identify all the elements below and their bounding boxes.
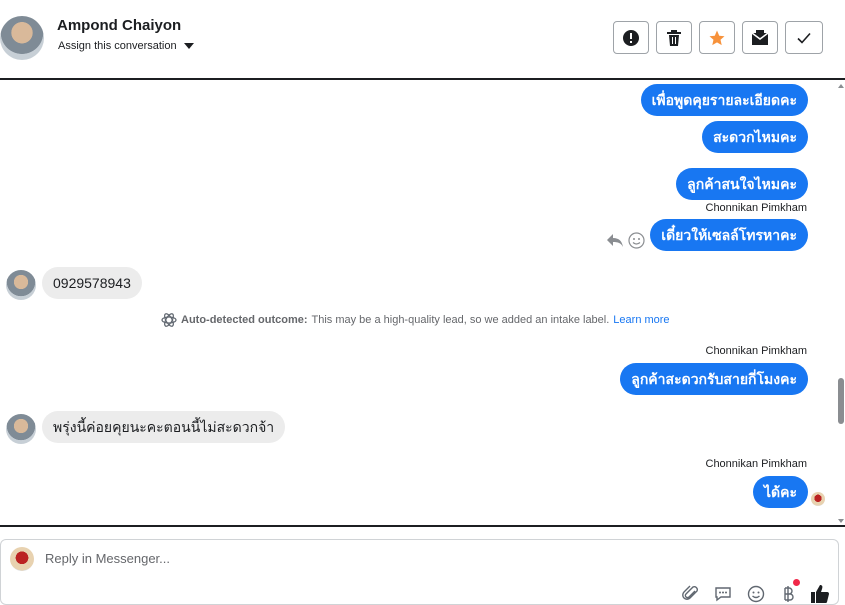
contact-name[interactable]: Ampond Chaiyon xyxy=(57,17,181,34)
attach-button[interactable] xyxy=(680,583,702,605)
message-thread[interactable]: เพื่อพูดคุยรายละเอียดคะ สะดวกไหมคะ ลูกค้… xyxy=(0,80,845,525)
payment-button[interactable] xyxy=(777,579,800,605)
trash-icon xyxy=(667,29,681,46)
check-icon xyxy=(797,32,811,44)
like-button[interactable] xyxy=(809,583,831,605)
caret-down-icon xyxy=(183,43,194,49)
scrollbar[interactable] xyxy=(837,80,845,525)
contact-avatar[interactable] xyxy=(0,16,44,60)
sender-name: Chonnikan Pimkham xyxy=(705,202,808,214)
divider xyxy=(0,525,845,527)
atom-icon xyxy=(161,313,177,327)
sender-name: Chonnikan Pimkham xyxy=(705,345,808,357)
scroll-thumb[interactable] xyxy=(838,378,844,424)
scroll-down-icon[interactable] xyxy=(837,517,845,525)
reply-composer xyxy=(0,539,839,605)
outgoing-message[interactable]: ได้คะ xyxy=(752,476,808,508)
paperclip-icon xyxy=(682,585,698,600)
chat-bubble-icon xyxy=(715,587,731,602)
spam-icon xyxy=(623,29,639,46)
star-icon xyxy=(709,30,725,45)
outcome-text: This may be a high-quality lead, so we a… xyxy=(311,314,610,326)
auto-detected-outcome-notice: Auto-detected outcome: This may be a hig… xyxy=(161,312,670,328)
mark-spam-button[interactable] xyxy=(613,21,649,54)
outcome-label: Auto-detected outcome: xyxy=(181,314,308,326)
contact-avatar-small xyxy=(6,414,36,444)
seen-avatar xyxy=(811,492,825,506)
learn-more-link[interactable]: Learn more xyxy=(613,314,669,326)
conversation-header: Ampond Chaiyon Assign this conversation xyxy=(0,0,845,80)
outgoing-message[interactable]: ลูกค้าสนใจไหมคะ xyxy=(676,168,808,200)
sender-name: Chonnikan Pimkham xyxy=(705,458,808,470)
notification-dot xyxy=(793,579,800,586)
inbox-icon xyxy=(751,29,769,45)
move-to-inbox-button[interactable] xyxy=(742,21,778,54)
assign-conversation-dropdown[interactable]: Assign this conversation xyxy=(58,40,194,52)
contact-avatar-small xyxy=(6,270,36,300)
outgoing-message[interactable]: ลูกค้าสะดวกรับสายกี่โมงคะ xyxy=(620,363,808,395)
delete-button[interactable] xyxy=(656,21,692,54)
baht-icon xyxy=(784,586,794,602)
star-button[interactable] xyxy=(699,21,735,54)
incoming-message[interactable]: 0929578943 xyxy=(42,267,142,299)
outgoing-message[interactable]: สะดวกไหมคะ xyxy=(702,121,808,153)
emoji-icon xyxy=(747,585,765,603)
saved-replies-button[interactable] xyxy=(712,583,734,605)
outgoing-message[interactable]: เดี๋ยวให้เซลล์โทรหาคะ xyxy=(650,219,808,251)
emoji-button[interactable] xyxy=(745,583,767,605)
thumbs-up-icon xyxy=(811,585,829,603)
scroll-up-icon[interactable] xyxy=(837,82,845,90)
react-emoji-icon[interactable] xyxy=(628,232,645,254)
page-avatar xyxy=(10,547,34,571)
reply-icon[interactable] xyxy=(606,232,624,253)
outgoing-message[interactable]: เพื่อพูดคุยรายละเอียดคะ xyxy=(640,84,808,116)
mark-done-button[interactable] xyxy=(785,21,823,54)
incoming-message[interactable]: พรุ่งนี้ค่อยคุยนะคะตอนนี้ไม่สะดวกจ้า xyxy=(42,411,286,443)
reply-input[interactable] xyxy=(45,551,545,566)
assign-label: Assign this conversation xyxy=(58,40,177,52)
